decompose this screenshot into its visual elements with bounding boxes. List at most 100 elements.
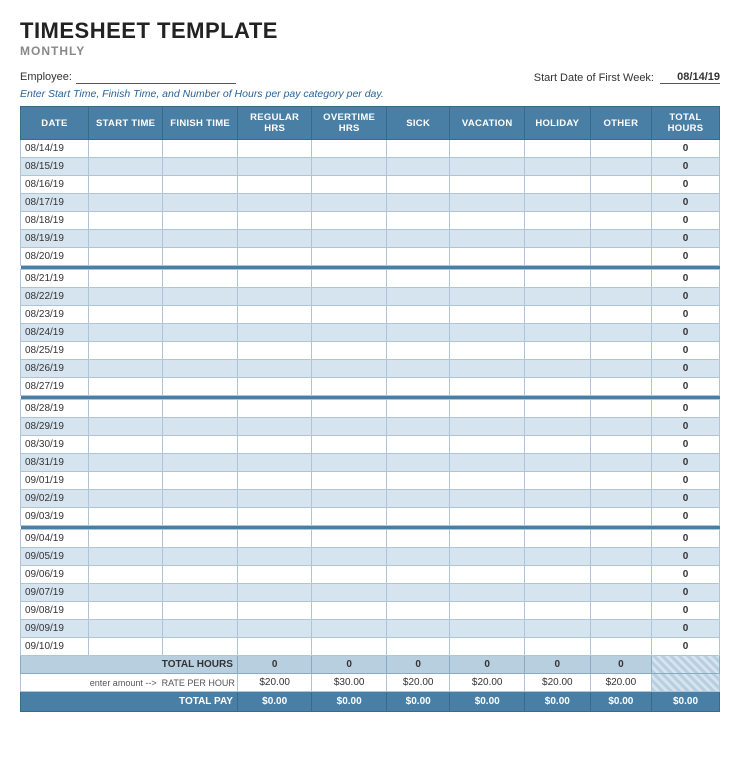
cell-finish[interactable]	[163, 530, 238, 548]
cell-ot[interactable]	[312, 530, 387, 548]
cell-ot[interactable]	[312, 602, 387, 620]
cell-sick[interactable]	[386, 530, 450, 548]
cell-other[interactable]	[590, 472, 651, 490]
cell-vac[interactable]	[450, 638, 525, 656]
cell-vac[interactable]	[450, 490, 525, 508]
cell-other[interactable]	[590, 230, 651, 248]
cell-sick[interactable]	[386, 324, 450, 342]
cell-reg[interactable]	[237, 436, 312, 454]
cell-sick[interactable]	[386, 584, 450, 602]
cell-start[interactable]	[88, 400, 163, 418]
cell-reg[interactable]	[237, 418, 312, 436]
cell-vac[interactable]	[450, 140, 525, 158]
cell-start[interactable]	[88, 454, 163, 472]
cell-hol[interactable]	[524, 400, 590, 418]
cell-other[interactable]	[590, 530, 651, 548]
cell-ot[interactable]	[312, 270, 387, 288]
cell-ot[interactable]	[312, 230, 387, 248]
cell-ot[interactable]	[312, 342, 387, 360]
cell-ot[interactable]	[312, 566, 387, 584]
cell-start[interactable]	[88, 342, 163, 360]
cell-other[interactable]	[590, 418, 651, 436]
cell-start[interactable]	[88, 288, 163, 306]
cell-start[interactable]	[88, 194, 163, 212]
cell-start[interactable]	[88, 490, 163, 508]
rate-sick[interactable]: $20.00	[386, 674, 450, 692]
cell-reg[interactable]	[237, 548, 312, 566]
cell-finish[interactable]	[163, 490, 238, 508]
cell-other[interactable]	[590, 602, 651, 620]
rate-reg[interactable]: $20.00	[237, 674, 312, 692]
cell-sick[interactable]	[386, 454, 450, 472]
cell-vac[interactable]	[450, 378, 525, 396]
cell-vac[interactable]	[450, 548, 525, 566]
cell-start[interactable]	[88, 584, 163, 602]
cell-vac[interactable]	[450, 158, 525, 176]
cell-start[interactable]	[88, 602, 163, 620]
cell-reg[interactable]	[237, 140, 312, 158]
cell-ot[interactable]	[312, 248, 387, 266]
cell-sick[interactable]	[386, 620, 450, 638]
cell-hol[interactable]	[524, 248, 590, 266]
cell-sick[interactable]	[386, 248, 450, 266]
cell-start[interactable]	[88, 548, 163, 566]
cell-sick[interactable]	[386, 230, 450, 248]
cell-vac[interactable]	[450, 176, 525, 194]
cell-start[interactable]	[88, 212, 163, 230]
cell-hol[interactable]	[524, 418, 590, 436]
cell-finish[interactable]	[163, 418, 238, 436]
cell-hol[interactable]	[524, 490, 590, 508]
cell-finish[interactable]	[163, 454, 238, 472]
cell-other[interactable]	[590, 548, 651, 566]
cell-sick[interactable]	[386, 378, 450, 396]
cell-reg[interactable]	[237, 270, 312, 288]
cell-finish[interactable]	[163, 194, 238, 212]
cell-ot[interactable]	[312, 140, 387, 158]
cell-ot[interactable]	[312, 418, 387, 436]
cell-sick[interactable]	[386, 418, 450, 436]
rate-ot[interactable]: $30.00	[312, 674, 387, 692]
cell-start[interactable]	[88, 140, 163, 158]
cell-other[interactable]	[590, 342, 651, 360]
cell-hol[interactable]	[524, 508, 590, 526]
cell-finish[interactable]	[163, 230, 238, 248]
cell-finish[interactable]	[163, 158, 238, 176]
cell-ot[interactable]	[312, 436, 387, 454]
cell-sick[interactable]	[386, 194, 450, 212]
cell-reg[interactable]	[237, 602, 312, 620]
cell-vac[interactable]	[450, 602, 525, 620]
cell-hol[interactable]	[524, 324, 590, 342]
cell-hol[interactable]	[524, 620, 590, 638]
cell-reg[interactable]	[237, 584, 312, 602]
cell-ot[interactable]	[312, 158, 387, 176]
cell-start[interactable]	[88, 270, 163, 288]
cell-vac[interactable]	[450, 530, 525, 548]
cell-start[interactable]	[88, 176, 163, 194]
cell-ot[interactable]	[312, 378, 387, 396]
cell-vac[interactable]	[450, 400, 525, 418]
cell-start[interactable]	[88, 248, 163, 266]
cell-ot[interactable]	[312, 490, 387, 508]
cell-hol[interactable]	[524, 176, 590, 194]
cell-hol[interactable]	[524, 472, 590, 490]
cell-sick[interactable]	[386, 508, 450, 526]
cell-ot[interactable]	[312, 584, 387, 602]
cell-finish[interactable]	[163, 288, 238, 306]
cell-finish[interactable]	[163, 436, 238, 454]
cell-hol[interactable]	[524, 360, 590, 378]
cell-other[interactable]	[590, 140, 651, 158]
employee-value[interactable]	[76, 70, 236, 84]
cell-vac[interactable]	[450, 230, 525, 248]
cell-start[interactable]	[88, 472, 163, 490]
cell-start[interactable]	[88, 638, 163, 656]
cell-start[interactable]	[88, 158, 163, 176]
cell-vac[interactable]	[450, 360, 525, 378]
cell-finish[interactable]	[163, 472, 238, 490]
cell-start[interactable]	[88, 418, 163, 436]
cell-hol[interactable]	[524, 584, 590, 602]
cell-finish[interactable]	[163, 378, 238, 396]
cell-start[interactable]	[88, 566, 163, 584]
cell-hol[interactable]	[524, 230, 590, 248]
cell-start[interactable]	[88, 324, 163, 342]
cell-reg[interactable]	[237, 248, 312, 266]
